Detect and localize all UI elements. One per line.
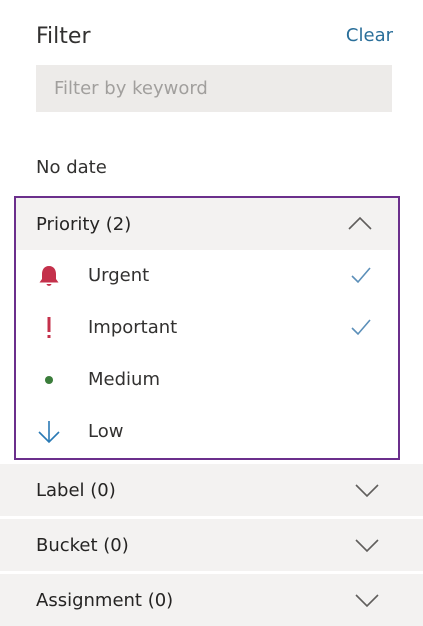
priority-section: Priority (2) Urgent Important Medium Low [14, 196, 400, 460]
bucket-section-header[interactable]: Bucket (0) [0, 519, 423, 571]
priority-option-label: Important [88, 317, 178, 338]
filter-title: Filter [36, 24, 91, 49]
priority-option-medium[interactable]: Medium [16, 354, 398, 406]
bell-icon [36, 263, 62, 289]
checkmark-icon [350, 264, 372, 286]
chevron-up-icon[interactable] [348, 212, 372, 236]
priority-option-urgent[interactable]: Urgent [16, 250, 398, 302]
chevron-down-icon[interactable] [355, 588, 379, 612]
priority-section-header[interactable]: Priority (2) [16, 198, 398, 250]
priority-option-low[interactable]: Low [16, 406, 398, 458]
bucket-section-label: Bucket (0) [36, 535, 129, 556]
label-section-label: Label (0) [36, 480, 116, 501]
checkmark-icon [350, 316, 372, 338]
exclamation-icon [36, 315, 62, 341]
priority-option-label: Low [88, 421, 124, 442]
keyword-search-input[interactable] [36, 65, 392, 112]
priority-option-label: Urgent [88, 265, 150, 286]
arrow-down-icon [36, 419, 62, 445]
priority-option-important[interactable]: Important [16, 302, 398, 354]
assignment-section-header[interactable]: Assignment (0) [0, 574, 423, 626]
assignment-section-label: Assignment (0) [36, 590, 174, 611]
clear-button[interactable]: Clear [346, 25, 393, 46]
label-section-header[interactable]: Label (0) [0, 464, 423, 516]
priority-section-label: Priority (2) [36, 214, 132, 235]
no-date-option[interactable]: No date [36, 157, 107, 178]
filter-header: Filter Clear [36, 22, 393, 56]
priority-option-label: Medium [88, 369, 160, 390]
chevron-down-icon[interactable] [355, 533, 379, 557]
chevron-down-icon[interactable] [355, 478, 379, 502]
dot-icon [36, 367, 62, 393]
